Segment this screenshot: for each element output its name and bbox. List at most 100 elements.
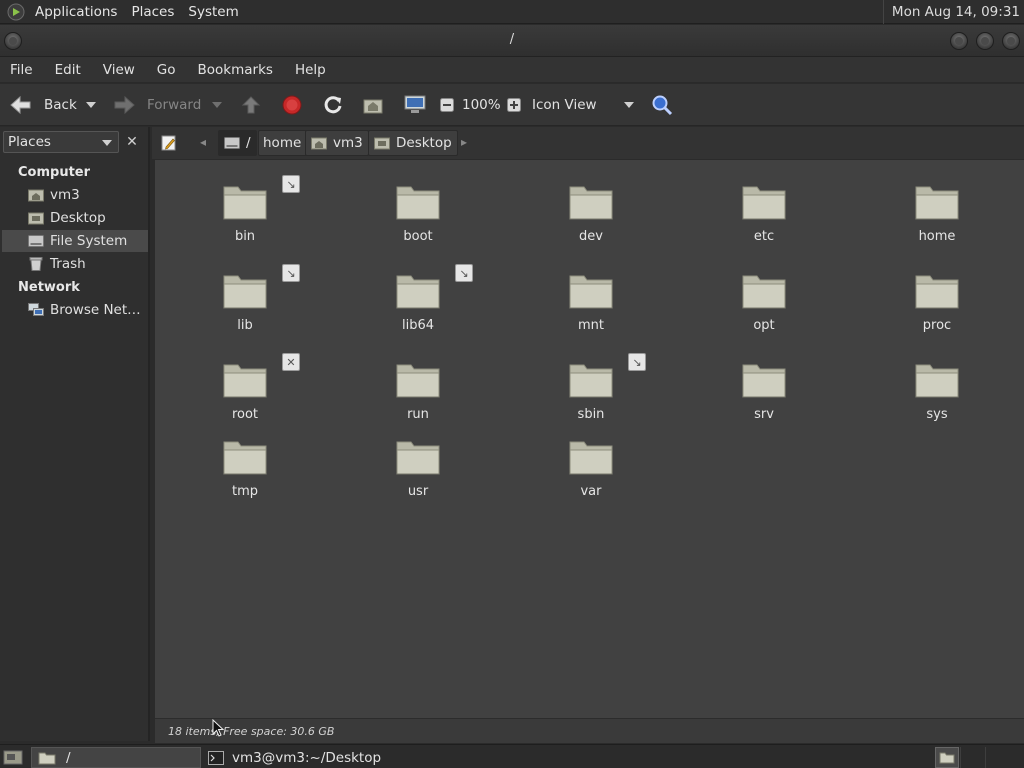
folder-icon [222, 183, 268, 221]
folder-item-root[interactable]: ✕ root [180, 353, 310, 441]
taskbar-terminal[interactable]: vm3@vm3:~/Desktop [204, 747, 381, 768]
trash-icon [29, 257, 43, 271]
taskbar-label: / [66, 749, 71, 766]
forward-history-dropdown[interactable] [212, 84, 222, 126]
folder-item-opt[interactable]: opt [699, 272, 829, 352]
clock[interactable]: Mon Aug 14, 09:31 [882, 0, 1020, 24]
menu-help[interactable]: Help [284, 62, 337, 78]
breadcrumb-desktop[interactable]: Desktop [368, 130, 458, 156]
terminal-icon [208, 750, 224, 765]
breadcrumb-vm3[interactable]: vm3 [305, 130, 369, 156]
sidebar-item-vm3[interactable]: vm3 [2, 184, 148, 206]
breadcrumb-home[interactable]: home [258, 130, 308, 156]
chevron-down-icon [86, 102, 96, 108]
stop-button[interactable] [281, 84, 303, 126]
folder-name: opt [753, 318, 775, 333]
folder-item-srv[interactable]: srv [699, 361, 829, 441]
view-mode-select[interactable]: Icon View [532, 84, 640, 126]
menu-file[interactable]: File [0, 62, 44, 78]
folder-name: srv [754, 407, 774, 422]
folder-item-boot[interactable]: boot [353, 183, 483, 263]
folder-name: root [231, 407, 259, 422]
workspace-2[interactable] [960, 747, 984, 768]
folder-item-dev[interactable]: dev [526, 183, 656, 263]
file-icon-view[interactable]: ↘ bin boot dev etc home ↘ lib ↘ lib64 mnt opt proc ✕ r… [155, 160, 1024, 718]
folder-name: run [407, 407, 429, 422]
show-desktop-button[interactable] [3, 748, 23, 766]
taskbar-file-manager[interactable]: / [31, 747, 201, 768]
folder-item-var[interactable]: var [526, 438, 656, 518]
symlink-emblem-icon: ↘ [455, 264, 473, 282]
zoom-in-button[interactable] [507, 84, 521, 126]
folder-icon [914, 361, 960, 399]
folder-item-sys[interactable]: sys [872, 361, 1002, 441]
chevron-down-icon [624, 102, 634, 108]
scroll-right-icon[interactable]: ▸ [461, 135, 467, 149]
folder-item-lib[interactable]: ↘ lib [180, 264, 310, 352]
zoom-out-button[interactable] [440, 84, 454, 126]
folder-item-proc[interactable]: proc [872, 272, 1002, 352]
up-button[interactable] [240, 84, 262, 126]
menu-go[interactable]: Go [146, 62, 187, 78]
menu-bookmarks[interactable]: Bookmarks [187, 62, 284, 78]
minimize-button[interactable] [950, 32, 968, 50]
close-button[interactable] [1002, 32, 1020, 50]
no-access-emblem-icon: ✕ [282, 353, 300, 371]
folder-name: usr [407, 484, 429, 499]
window-titlebar[interactable]: / [0, 25, 1024, 57]
reload-button[interactable] [322, 84, 344, 126]
sidebar-type-select[interactable]: Places [3, 131, 119, 153]
breadcrumb-root[interactable]: / [218, 130, 257, 156]
sidebar-item-trash[interactable]: Trash [2, 253, 148, 275]
network-icon [28, 303, 44, 316]
taskbar-label: vm3@vm3:~/Desktop [232, 749, 382, 766]
network-heading: Network [18, 280, 80, 295]
menu-edit[interactable]: Edit [44, 62, 92, 78]
zoom-level[interactable]: 100% [462, 84, 501, 126]
sidebar-item-file-system[interactable]: File System [2, 230, 148, 252]
sidebar-item-desktop[interactable]: Desktop [2, 207, 148, 229]
mate-logo-icon[interactable] [7, 3, 25, 21]
back-button[interactable]: Back [8, 84, 77, 126]
scroll-left-icon[interactable]: ◂ [200, 135, 206, 149]
reload-icon [324, 96, 342, 114]
system-menu[interactable]: System [181, 0, 245, 24]
folder-name: lib64 [401, 318, 435, 333]
folder-item-lib64[interactable]: ↘ lib64 [353, 264, 483, 352]
forward-button[interactable]: Forward [113, 84, 201, 126]
status-text: 18 items, Free space: 30.6 GB [168, 724, 335, 738]
folder-item-mnt[interactable]: mnt [526, 272, 656, 352]
edit-location-button[interactable] [158, 132, 180, 154]
toolbar: Back Forward 100% Icon View [0, 84, 1024, 126]
folder-item-sbin[interactable]: ↘ sbin [526, 353, 656, 441]
breadcrumb-label: / [246, 135, 251, 151]
folder-item-bin[interactable]: ↘ bin [180, 175, 310, 263]
workspace-1[interactable] [935, 747, 959, 768]
folder-item-home[interactable]: home [872, 183, 1002, 263]
search-button[interactable] [651, 84, 673, 126]
home-folder-icon [28, 189, 44, 202]
folder-icon [568, 438, 614, 476]
folder-icon [222, 272, 268, 310]
maximize-button[interactable] [976, 32, 994, 50]
sidebar-item-browse-network[interactable]: Browse Net… [2, 299, 148, 321]
forward-label: Forward [147, 97, 202, 113]
home-button[interactable] [362, 84, 384, 126]
status-bar: 18 items, Free space: 30.6 GB [155, 718, 1024, 743]
menu-view[interactable]: View [92, 62, 146, 78]
applications-menu[interactable]: Applications [33, 0, 124, 24]
zoom-out-icon [440, 98, 454, 112]
workspace-3[interactable] [985, 747, 1009, 768]
folder-name: dev [579, 229, 603, 244]
computer-button[interactable] [403, 84, 427, 126]
back-history-dropdown[interactable] [86, 84, 96, 126]
folder-item-run[interactable]: run [353, 361, 483, 441]
close-sidebar-icon[interactable]: ✕ [122, 132, 142, 152]
folder-icon [395, 438, 441, 476]
sidebar-item-label: Trash [50, 256, 86, 272]
folder-name: mnt [578, 318, 604, 333]
folder-item-usr[interactable]: usr [353, 438, 483, 518]
places-menu[interactable]: Places [124, 0, 181, 24]
folder-item-etc[interactable]: etc [699, 183, 829, 263]
folder-item-tmp[interactable]: tmp [180, 438, 310, 518]
